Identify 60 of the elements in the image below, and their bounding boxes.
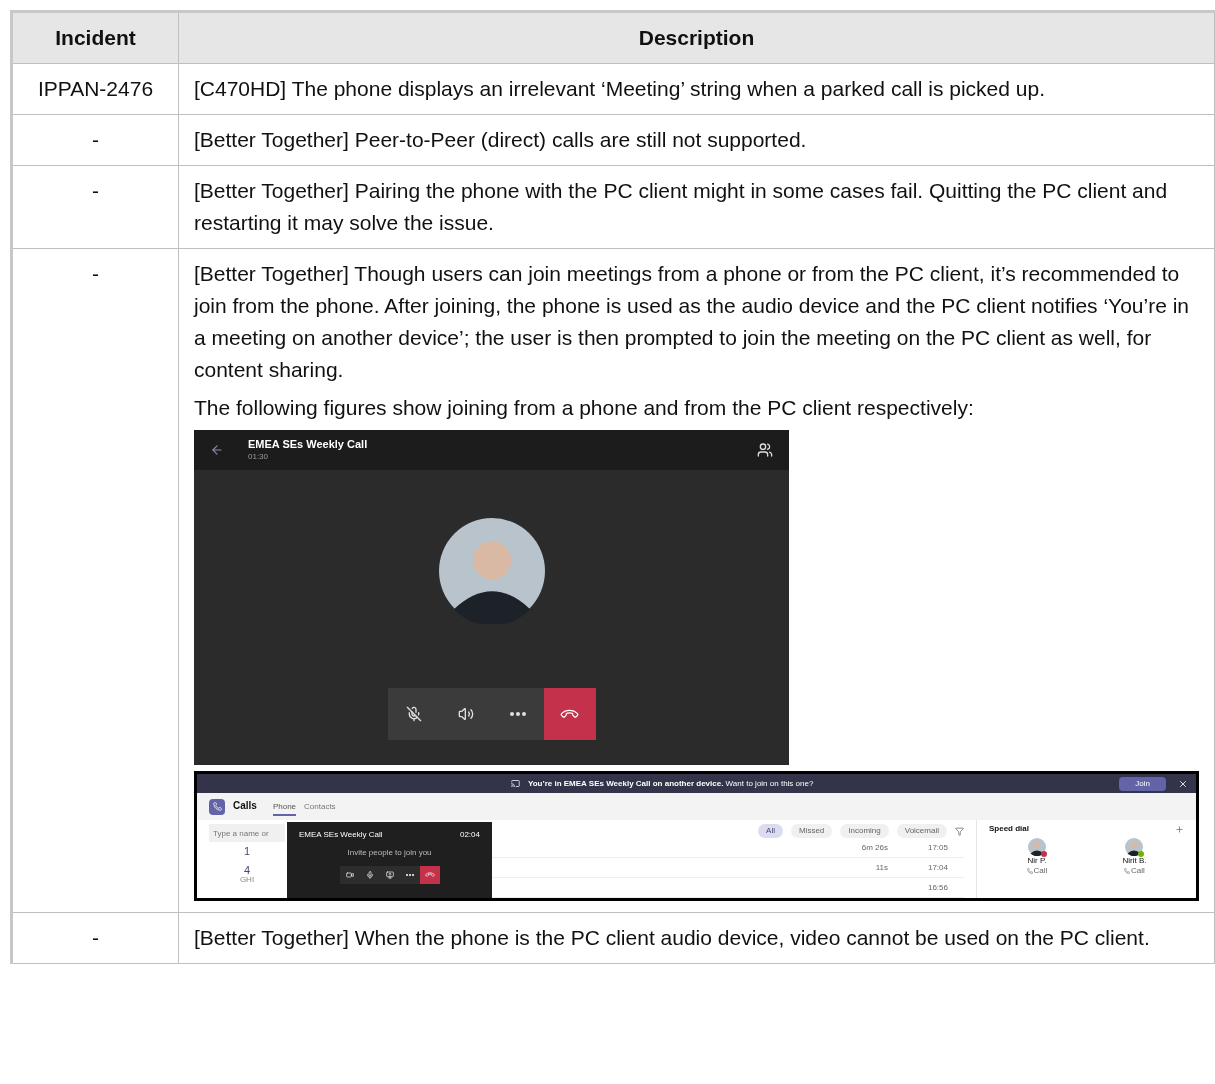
call-duration: 01:30 bbox=[248, 451, 270, 462]
description-text: [Better Together] When the phone is the PC client audio device, video cannot be used on the PC client. bbox=[194, 925, 1151, 951]
description-text: [Better Together] Though users can join meetings from a phone or from the PC client, it’s recommended to join from the phone. After joining, the phone is used as the audio device and the PC client notifies ‘You’re in a meeting on another device’; the user is then prompted to join the meeting on the PC client as well, for content sharing. bbox=[194, 261, 1191, 383]
incident-cell: - bbox=[11, 114, 179, 166]
app-tab[interactable]: Phone bbox=[272, 797, 297, 816]
app-tab[interactable]: Contacts bbox=[304, 797, 336, 816]
call-time: 17:04 bbox=[927, 862, 948, 873]
call-duration: 11s bbox=[875, 862, 888, 873]
call-link[interactable]: Call bbox=[1124, 866, 1145, 876]
description-text: [Better Together] Peer-to-Peer (direct) calls are still not supported. bbox=[194, 127, 808, 153]
description-text: The following figures show joining from a phone and from the PC client respectively: bbox=[194, 395, 975, 421]
search-field[interactable]: Type a name or bbox=[209, 824, 285, 842]
description-text: [Better Together] Pairing the phone with the PC client might in some cases fail. Quitting the PC client and restarting it may solve the issue. bbox=[194, 178, 1169, 236]
incident-cell: - bbox=[11, 912, 179, 964]
mic-icon bbox=[365, 871, 374, 879]
column-header: Incident bbox=[11, 11, 179, 64]
filter-chip[interactable]: Incoming bbox=[840, 824, 889, 838]
contact-name: Nir P. bbox=[1027, 856, 1047, 866]
hang-up-button[interactable] bbox=[543, 688, 596, 740]
incident-cell: IPPAN-2476 bbox=[11, 63, 179, 115]
people-icon[interactable] bbox=[757, 442, 773, 458]
add-icon[interactable] bbox=[1175, 824, 1184, 834]
calls-app-icon bbox=[209, 798, 225, 815]
hang-up-button[interactable] bbox=[419, 866, 440, 884]
call-time: 16:56 bbox=[927, 882, 948, 893]
app-title: Calls bbox=[233, 800, 257, 813]
mini-call-time: 02:04 bbox=[459, 830, 480, 840]
dial-key[interactable]: 1 bbox=[243, 846, 251, 857]
mic-off-icon bbox=[405, 706, 422, 722]
avatar-icon bbox=[1125, 838, 1144, 856]
filter-chip[interactable]: Voicemail bbox=[896, 824, 947, 838]
banner-text: You’re in EMEA SEs Weekly Call on another device. Want to join on this one? bbox=[527, 778, 814, 789]
video-icon bbox=[345, 871, 354, 879]
filter-chip[interactable]: Missed bbox=[790, 824, 833, 838]
incident-cell: - bbox=[11, 248, 179, 913]
speaker-icon bbox=[457, 706, 474, 722]
description-text: [C470HD] The phone displays an irrelevant ‘Meeting’ string when a parked call is picked up. bbox=[194, 76, 1046, 102]
call-duration: 6m 26s bbox=[861, 842, 888, 853]
share-icon bbox=[385, 871, 394, 879]
filter-chip[interactable]: All bbox=[758, 824, 783, 838]
back-icon[interactable] bbox=[210, 443, 224, 457]
column-header: Description bbox=[178, 11, 1215, 64]
phone-icon bbox=[1124, 868, 1131, 874]
contact-name: Nirit B. bbox=[1122, 856, 1147, 866]
call-title: EMEA SEs Weekly Call bbox=[248, 438, 369, 452]
filter-icon[interactable] bbox=[955, 826, 964, 836]
phone-icon bbox=[1026, 868, 1033, 874]
join-button[interactable]: Join bbox=[1119, 776, 1166, 791]
device-icon bbox=[510, 779, 520, 789]
close-icon[interactable] bbox=[1178, 778, 1188, 789]
speed-dial-title: Speed dial bbox=[989, 824, 1029, 834]
call-time: 17:05 bbox=[927, 842, 948, 853]
more-icon bbox=[509, 712, 526, 716]
dial-key[interactable]: 4 GHI bbox=[239, 865, 255, 884]
avatar-icon bbox=[1027, 838, 1046, 856]
invite-text: Invite people to join you bbox=[347, 848, 432, 858]
incident-cell: - bbox=[11, 165, 179, 249]
mini-call-title: EMEA SEs Weekly Call bbox=[299, 830, 383, 840]
call-link[interactable]: Call bbox=[1026, 866, 1048, 876]
avatar-icon bbox=[438, 518, 545, 624]
